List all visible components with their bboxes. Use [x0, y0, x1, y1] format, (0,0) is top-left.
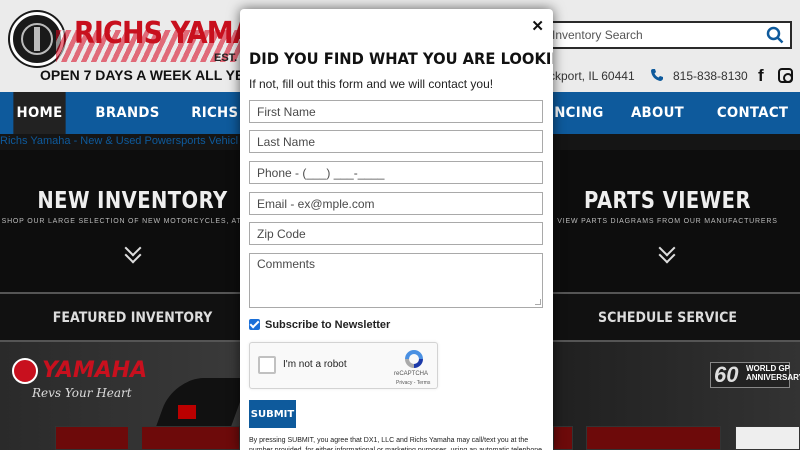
recaptcha-widget: I'm not a robot reCAPTCHA Privacy - Term…: [249, 342, 438, 389]
inventory-thumbnail[interactable]: [553, 426, 573, 450]
recaptcha-checkbox[interactable]: [258, 356, 276, 374]
gp-number: 60: [714, 362, 739, 387]
inventory-thumbnail[interactable]: [55, 426, 129, 450]
gp-text: WORLD GP ANNIVERSARY: [746, 364, 800, 382]
close-icon[interactable]: ✕: [531, 17, 544, 35]
parts-viewer-title: PARTS VIEWER: [584, 188, 751, 214]
newsletter-label[interactable]: Subscribe to Newsletter: [265, 319, 390, 331]
store-phone[interactable]: 815-838-8130: [673, 69, 748, 83]
phone-icon: [651, 69, 663, 81]
facebook-icon[interactable]: f: [758, 66, 764, 86]
comments-field[interactable]: [249, 253, 543, 308]
search-icon[interactable]: [766, 26, 784, 44]
banner-brand: YAMAHA: [42, 358, 148, 383]
modal-subtitle: If not, fill out this form and we will c…: [249, 77, 494, 91]
featured-inventory-panel[interactable]: FEATURED INVENTORY: [0, 296, 265, 340]
new-inventory-subtitle: SHOP OUR LARGE SELECTION OF NEW MOTORCYC…: [1, 218, 264, 225]
recaptcha-brand: reCAPTCHA: [394, 371, 429, 377]
parts-viewer-panel[interactable]: PARTS VIEWER VIEW PARTS DIAGRAMS FROM OU…: [535, 150, 800, 293]
featured-inventory-title: FEATURED INVENTORY: [52, 310, 213, 326]
motorcycle-detail: [178, 405, 196, 419]
new-inventory-title: NEW INVENTORY: [37, 188, 228, 214]
nav-about[interactable]: ABOUT: [627, 92, 689, 134]
nav-home[interactable]: HOME: [13, 92, 66, 134]
schedule-service-panel[interactable]: SCHEDULE SERVICE: [535, 296, 800, 340]
store-address[interactable]: ckport, IL 60441: [549, 69, 635, 83]
modal-title: DID YOU FIND WHAT YOU ARE LOOKING FOR?: [249, 49, 553, 68]
inventory-thumbnail[interactable]: [586, 426, 721, 450]
email-field[interactable]: [249, 192, 543, 215]
site-logo-text[interactable]: RICHS YAMA: [74, 16, 254, 51]
nav-financing[interactable]: NCING: [554, 92, 603, 134]
disclaimer-text: By pressing SUBMIT, you agree that DX1, …: [249, 437, 542, 450]
zip-code-field[interactable]: [249, 222, 543, 245]
gp-line2: ANNIVERSARY: [746, 373, 800, 382]
phone-field[interactable]: [249, 161, 543, 184]
new-inventory-panel[interactable]: NEW INVENTORY SHOP OUR LARGE SELECTION O…: [0, 150, 265, 293]
yamaha-emblem-icon: [12, 358, 38, 384]
recaptcha-links[interactable]: Privacy - Terms: [396, 380, 430, 386]
contact-modal: ✕ DID YOU FIND WHAT YOU ARE LOOKING FOR?…: [240, 9, 553, 450]
textarea-resize-handle[interactable]: [535, 299, 541, 305]
banner-tagline: Revs Your Heart: [32, 386, 132, 400]
last-name-field[interactable]: [249, 130, 543, 153]
nav-richs[interactable]: RICHS: [191, 92, 239, 134]
open-days-text: OPEN 7 DAYS A WEEK ALL YEAR: [40, 67, 265, 83]
nav-contact[interactable]: CONTACT: [717, 92, 788, 134]
search-placeholder: Inventory Search: [552, 28, 643, 42]
gp-line1: WORLD GP: [746, 364, 790, 373]
inventory-thumbnail[interactable]: [141, 426, 240, 450]
inventory-thumbnail[interactable]: [735, 426, 800, 450]
first-name-field[interactable]: [249, 100, 543, 123]
recaptcha-label: I'm not a robot: [283, 359, 347, 370]
newsletter-checkbox[interactable]: [249, 319, 260, 330]
logo-est: EST.: [214, 52, 238, 64]
inventory-search-input[interactable]: Inventory Search: [540, 21, 792, 49]
breadcrumb[interactable]: Richs Yamaha - New & Used Powersports Ve…: [0, 135, 238, 147]
submit-button[interactable]: SUBMIT: [249, 400, 296, 428]
schedule-service-title: SCHEDULE SERVICE: [598, 310, 737, 326]
recaptcha-logo-icon: [405, 350, 423, 368]
instagram-icon[interactable]: [778, 68, 793, 83]
nav-brands[interactable]: BRANDS: [92, 92, 163, 134]
parts-viewer-subtitle: VIEW PARTS DIAGRAMS FROM OUR MANUFACTURE…: [557, 218, 778, 225]
